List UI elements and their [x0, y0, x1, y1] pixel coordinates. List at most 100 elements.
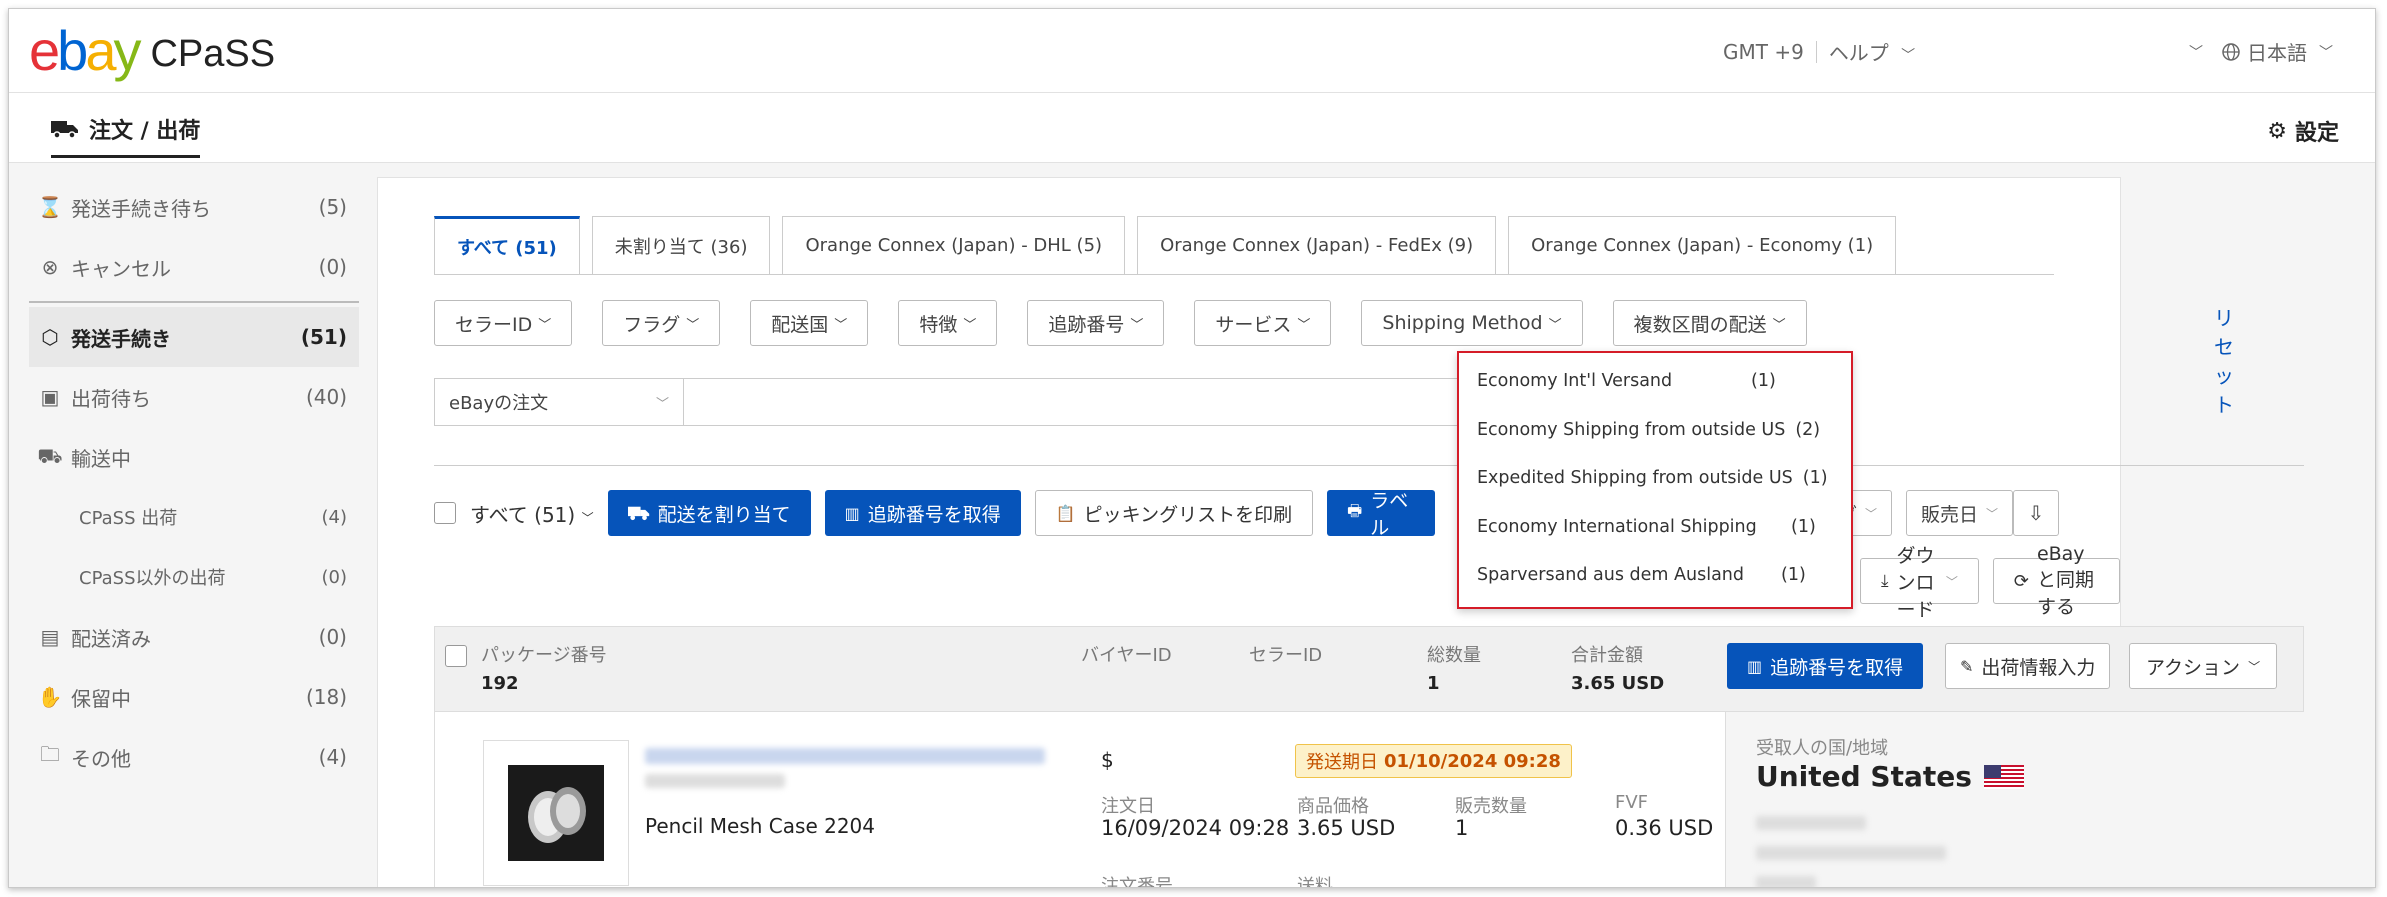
action-menu-button[interactable]: アクション ﹀ — [2129, 643, 2278, 689]
sidebar-item-cancelled[interactable]: ⊗ キャンセル (0) — [29, 237, 359, 297]
order-date-label: 注文日 — [1101, 796, 1155, 817]
buyer-id-col: バイヤーID — [1081, 645, 1172, 666]
get-tracking-button[interactable]: ▥ 追跡番号を取得 — [824, 490, 1021, 536]
sidebar-item-other[interactable]: 🗀 その他 (4) — [29, 727, 359, 787]
fvf-label: FVF — [1615, 792, 1649, 813]
folder-icon: 🗀 — [40, 742, 60, 766]
refresh-icon: ⟳ — [2013, 570, 2029, 592]
item-title-link-blurred[interactable] — [645, 748, 1045, 764]
language-selector[interactable]: 日本語 ﹀ — [2221, 37, 2333, 66]
sidebar-item-awaiting-shipment[interactable]: ⌛ 発送手続き待ち (5) — [29, 177, 359, 237]
tab-unassigned[interactable]: 未割り当て (36) — [591, 216, 771, 274]
shipping-method-option[interactable]: Economy Int'l Versand (1) — [1459, 357, 1851, 406]
filter-multi-leg-shipping[interactable]: 複数区間の配送 ﹀ — [1612, 300, 1807, 346]
receiver-country: United States — [1756, 760, 2024, 793]
sync-ebay-button[interactable]: ⟳ eBayと同期する — [1992, 543, 2120, 618]
bulk-action-bar: すべて (51) ﹀ 配送を割り当て ▥ 追跡番号を取得 📋 ピッキングリストを… — [434, 490, 1449, 536]
sidebar-item-awaiting-dispatch[interactable]: ▣ 出荷待ち (40) — [29, 367, 359, 427]
tab-orders-shipping[interactable]: 注文 / 出荷 — [51, 113, 201, 158]
select-all-checkbox[interactable] — [434, 502, 456, 524]
chevron-down-icon[interactable]: ﹀ — [2189, 42, 2203, 62]
print-label-button[interactable]: 🖶 ラベル — [1327, 490, 1436, 536]
shipping-info-button[interactable]: ✎ 出荷情報入力 — [1945, 643, 2111, 689]
orders-panel: すべて (51) 未割り当て (36) Orange Connex (Japan… — [377, 177, 2305, 888]
sort-by-select[interactable]: 販売日 ﹀ — [1906, 490, 2014, 536]
edit-icon: ✎ — [1960, 656, 1974, 676]
sort-controls: グ ﹀ 販売日 ﹀ ⇩ — [1838, 490, 2060, 536]
chevron-down-icon: ﹀ — [963, 317, 977, 333]
fvf-value: 0.36 USD — [1615, 816, 1714, 840]
globe-icon — [2222, 42, 2240, 61]
package-checkbox[interactable] — [445, 645, 467, 667]
receiver-city-blurred — [1756, 876, 1816, 887]
barcode-icon: ▥ — [844, 503, 860, 523]
header-right: ﹀ 日本語 ﹀ — [2189, 37, 2333, 66]
chevron-down-icon: ﹀ — [581, 510, 594, 525]
download-icon: ⤓ — [1881, 571, 1889, 591]
print-picking-list-button[interactable]: 📋 ピッキングリストを印刷 — [1034, 490, 1314, 536]
receiver-address-blurred — [1756, 846, 1946, 860]
assign-shipping-button[interactable]: 配送を割り当て — [607, 490, 811, 536]
filter-seller-id[interactable]: セラーID ﹀ — [434, 300, 573, 346]
sidebar-item-delivered[interactable]: ▤ 配送済み (0) — [29, 607, 359, 667]
package-get-tracking-button[interactable]: ▥ 追跡番号を取得 — [1727, 643, 1924, 689]
chevron-down-icon: ﹀ — [2319, 44, 2333, 61]
help-menu[interactable]: ヘルプ ﹀ — [1829, 37, 1915, 66]
sidebar-item-cpass-shipment[interactable]: CPaSS 出荷 (4) — [29, 487, 359, 547]
reset-link[interactable]: リセット — [2214, 302, 2234, 418]
shipping-method-option[interactable]: Sparversand aus dem Ausland (1) — [1459, 551, 1851, 600]
gear-icon: ⚙ — [2267, 118, 2287, 144]
header-controls: GMT +9 ヘルプ ﹀ — [1723, 37, 1915, 66]
sold-qty: 1 — [1455, 816, 1469, 840]
tab-fedex[interactable]: Orange Connex (Japan) - FedEx (9) — [1137, 216, 1497, 274]
order-type-select[interactable]: eBayの注文 ﹀ — [434, 378, 684, 426]
chevron-down-icon: ﹀ — [1865, 506, 1878, 521]
product-thumbnail[interactable] — [483, 740, 629, 886]
shipping-fee-label: 送料 — [1297, 876, 1333, 888]
shipping-method-option[interactable]: Expedited Shipping from outside US (1) — [1459, 454, 1851, 503]
filter-service[interactable]: サービス ﹀ — [1194, 300, 1332, 346]
clipboard-icon: 📋 — [1055, 503, 1076, 523]
total-qty-col: 総数量 1 — [1427, 645, 1481, 694]
tab-all[interactable]: すべて (51) — [434, 216, 580, 274]
select-all-dropdown[interactable]: すべて (51) ﹀ — [470, 499, 594, 528]
receipt-icon: ▤ — [40, 625, 60, 649]
ebay-cpass-logo[interactable]: ebay CPaSS — [29, 21, 275, 81]
tab-economy[interactable]: Orange Connex (Japan) - Economy (1) — [1508, 216, 1897, 274]
sub-navigation: 注文 / 出荷 ⚙ 設定 — [9, 93, 2375, 163]
download-button[interactable]: ⤓ ダウンロード ﹀ — [1860, 545, 1979, 621]
sort-descending-icon: ⇩ — [2027, 501, 2045, 525]
item-id-blurred — [645, 774, 785, 788]
sidebar-item-non-cpass-shipment[interactable]: CPaSS以外の出荷 (0) — [29, 547, 359, 607]
chevron-down-icon: ﹀ — [1986, 506, 1999, 521]
package-number-col: パッケージ番号 192 — [481, 645, 607, 694]
timezone-label: GMT +9 — [1723, 39, 1804, 64]
sidebar-item-in-transit[interactable]: ⛟ 輸送中 — [29, 427, 359, 487]
tab-dhl[interactable]: Orange Connex (Japan) - DHL (5) — [782, 216, 1126, 274]
barcode-icon: ▥ — [1747, 656, 1763, 676]
filter-shipping-method[interactable]: Shipping Method ﹀ — [1361, 300, 1583, 346]
product-image — [508, 765, 604, 861]
filter-tracking-number[interactable]: 追跡番号 ﹀ — [1027, 300, 1165, 346]
receiver-panel: 受取人の国/地域 United States — [1725, 712, 2305, 887]
sidebar-item-on-hold[interactable]: ✋ 保留中 (18) — [29, 667, 359, 727]
chevron-down-icon: ﹀ — [1130, 317, 1144, 333]
order-search-input[interactable] — [684, 378, 1464, 426]
package-stack-icon: ▣ — [40, 385, 60, 409]
filter-features[interactable]: 特徴 ﹀ — [898, 300, 998, 346]
filter-bar: セラーID ﹀ フラグ ﹀ 配送国 ﹀ 特徴 ﹀ 追跡番号 ﹀ サービス ﹀ Shippin… — [434, 300, 1837, 346]
item-price-label: 商品価格 — [1297, 796, 1369, 817]
filter-destination-country[interactable]: 配送国 ﹀ — [750, 300, 869, 346]
item-price: 3.65 USD — [1297, 816, 1396, 840]
sidebar-item-shipping-procedure[interactable]: ⬡ 発送手続き (51) — [29, 307, 359, 367]
cancel-circle-icon: ⊗ — [41, 255, 59, 279]
filter-flag[interactable]: フラグ ﹀ — [602, 300, 721, 346]
hourglass-icon: ⌛ — [37, 195, 63, 219]
shipping-method-option[interactable]: Economy International Shipping (1) — [1459, 503, 1851, 552]
seller-id-col: セラーID — [1249, 645, 1323, 666]
sort-order-button[interactable]: ⇩ — [2013, 490, 2060, 536]
chevron-down-icon: ﹀ — [1297, 317, 1311, 333]
settings-link[interactable]: ⚙ 設定 — [2267, 115, 2339, 147]
hand-icon: ✋ — [37, 685, 63, 709]
shipping-method-option[interactable]: Economy Shipping from outside US (2) — [1459, 406, 1851, 455]
